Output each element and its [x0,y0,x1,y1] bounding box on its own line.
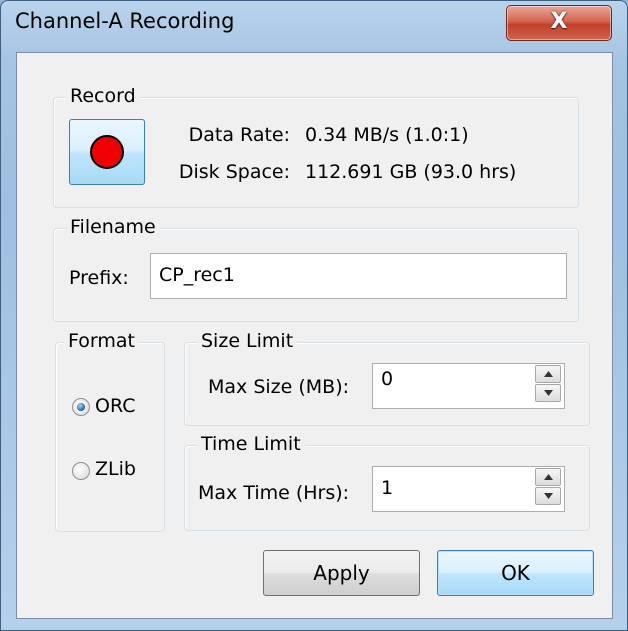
data-rate-label: Data Rate: [188,124,290,146]
radio-selected-dot [77,403,85,411]
close-button[interactable]: X [506,5,612,41]
arrow-down-icon [544,493,553,499]
orc-radio-label[interactable]: ORC [95,395,135,417]
record-dot-icon [90,135,124,169]
spin-up-button[interactable] [535,365,561,383]
zlib-radio-label[interactable]: ZLib [95,458,136,480]
ok-button[interactable]: OK [437,550,594,596]
max-time-spinner[interactable] [535,468,561,506]
spin-down-button[interactable] [535,384,561,402]
apply-button[interactable]: Apply [263,550,420,596]
prefix-label: Prefix: [69,267,129,289]
spin-down-button[interactable] [535,487,561,505]
max-size-spinner[interactable] [535,365,561,403]
format-group-legend: Format [64,330,139,352]
record-button[interactable] [69,119,145,185]
recording-dialog: Channel-A Recording X Record Data Rate: … [0,0,628,631]
spin-up-button[interactable] [535,468,561,486]
disk-space-label: Disk Space: [178,161,290,183]
disk-space-value: 112.691 GB (93.0 hrs) [305,161,517,183]
orc-radio[interactable] [72,398,90,416]
title-bar[interactable]: Channel-A Recording X [1,1,627,51]
window-title: Channel-A Recording [15,9,235,33]
size-limit-group-legend: Size Limit [197,330,298,352]
arrow-down-icon [544,390,553,396]
filename-group-legend: Filename [66,216,160,238]
data-rate-value: 0.34 MB/s (1.0:1) [305,124,469,146]
time-limit-group-legend: Time Limit [197,433,305,455]
close-icon: X [550,9,568,34]
max-time-label: Max Time (Hrs): [198,482,350,504]
prefix-input[interactable]: CP_rec1 [150,253,567,299]
zlib-radio[interactable] [72,462,90,480]
arrow-up-icon [544,371,553,377]
format-group: Format [55,330,165,532]
dialog-client-area: Record Data Rate: 0.34 MB/s (1.0:1) Disk… [16,52,613,619]
record-group-legend: Record [66,85,140,107]
arrow-up-icon [544,474,553,480]
max-size-label: Max Size (MB): [208,376,350,398]
